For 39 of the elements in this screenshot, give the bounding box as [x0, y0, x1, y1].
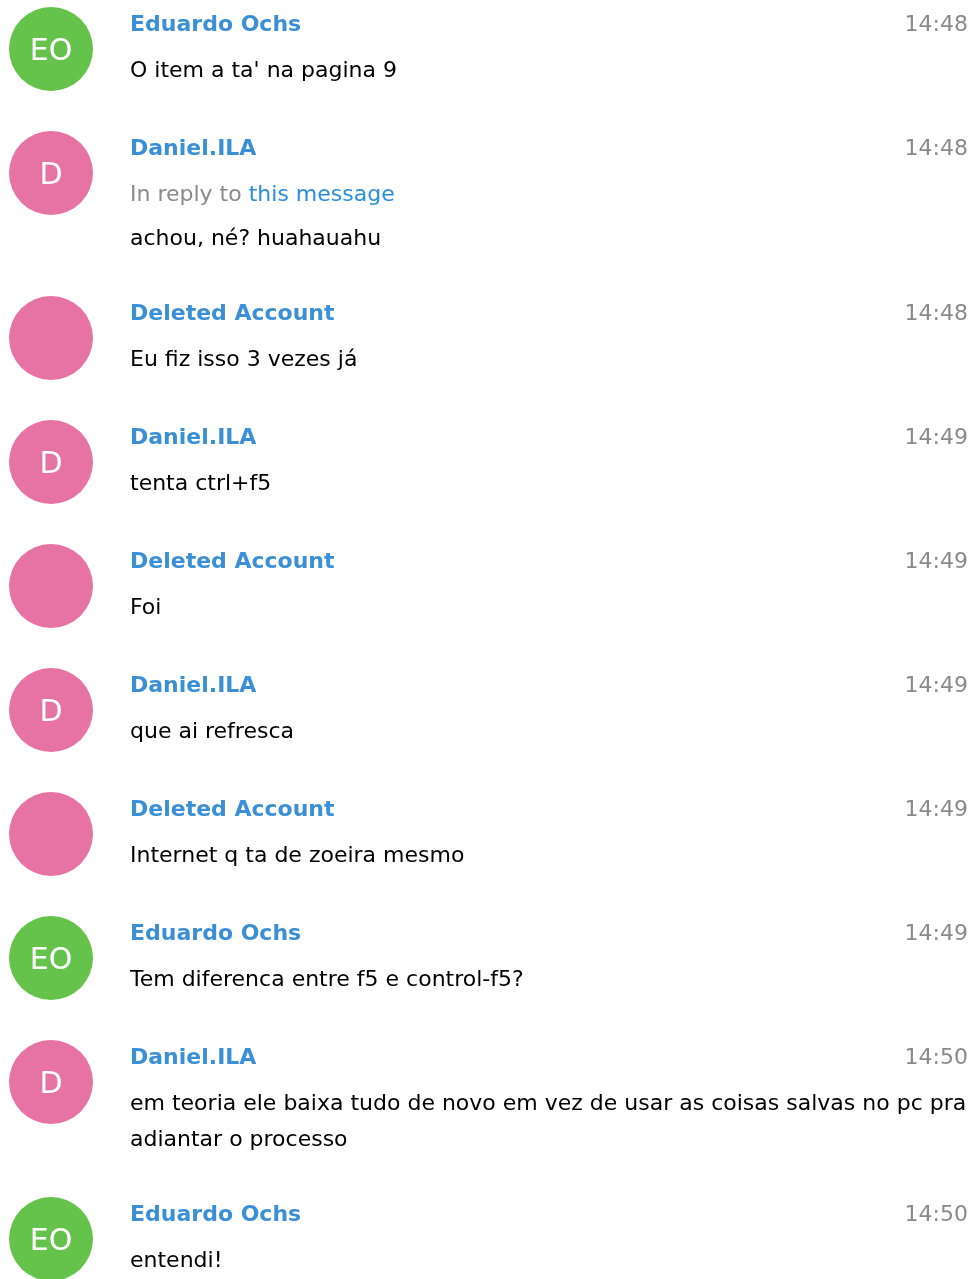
author-name[interactable]: Daniel.ILA [130, 662, 257, 708]
reply-line: In reply to this message [130, 180, 396, 208]
author-name[interactable]: Daniel.ILA [130, 1034, 257, 1080]
author-name[interactable]: Deleted Account [130, 786, 335, 832]
message-text: entendi! [130, 1246, 224, 1274]
message-text: Foi [130, 593, 163, 621]
avatar: D [9, 1040, 93, 1124]
avatar: D [9, 131, 93, 215]
message-time: 14:49 [904, 795, 969, 823]
message-time: 14:48 [904, 134, 969, 162]
avatar: EO [9, 1197, 93, 1279]
message-text: Internet q ta de zoeira mesmo [130, 841, 466, 869]
reply-link[interactable]: this message [248, 181, 395, 206]
avatar: EO [9, 916, 93, 1000]
avatar: D [9, 668, 93, 752]
message-text: Tem diferenca entre f5 e control-f5? [130, 965, 525, 993]
author-name[interactable]: Deleted Account [130, 290, 335, 336]
author-name[interactable]: Eduardo Ochs [130, 910, 302, 956]
message-text: que ai refresca [130, 717, 295, 745]
message-text: achou, né? huahauahu [130, 224, 383, 252]
message-time: 14:48 [904, 10, 969, 38]
message-time: 14:49 [904, 423, 969, 451]
message-time: 14:50 [904, 1043, 969, 1071]
message-time: 14:50 [904, 1200, 969, 1228]
avatar: D [9, 420, 93, 504]
author-name[interactable]: Eduardo Ochs [130, 1191, 302, 1237]
author-name[interactable]: Daniel.ILA [130, 125, 257, 171]
message-text: tenta ctrl+f5 [130, 469, 273, 497]
message-time: 14:49 [904, 919, 969, 947]
message-text: O item a ta' na pagina 9 [130, 56, 398, 84]
author-name[interactable]: Eduardo Ochs [130, 1, 302, 47]
avatar: EO [9, 7, 93, 91]
author-name[interactable]: Daniel.ILA [130, 414, 257, 460]
message-time: 14:48 [904, 299, 969, 327]
message-time: 14:49 [904, 547, 969, 575]
message-text: Eu fiz isso 3 vezes já [130, 345, 359, 373]
message-time: 14:49 [904, 671, 969, 699]
message-text: em teoria ele baixa tudo de novo em vez de usar as coisas salvas no pc pra adiantar o processo [130, 1089, 968, 1153]
author-name[interactable]: Deleted Account [130, 538, 335, 584]
